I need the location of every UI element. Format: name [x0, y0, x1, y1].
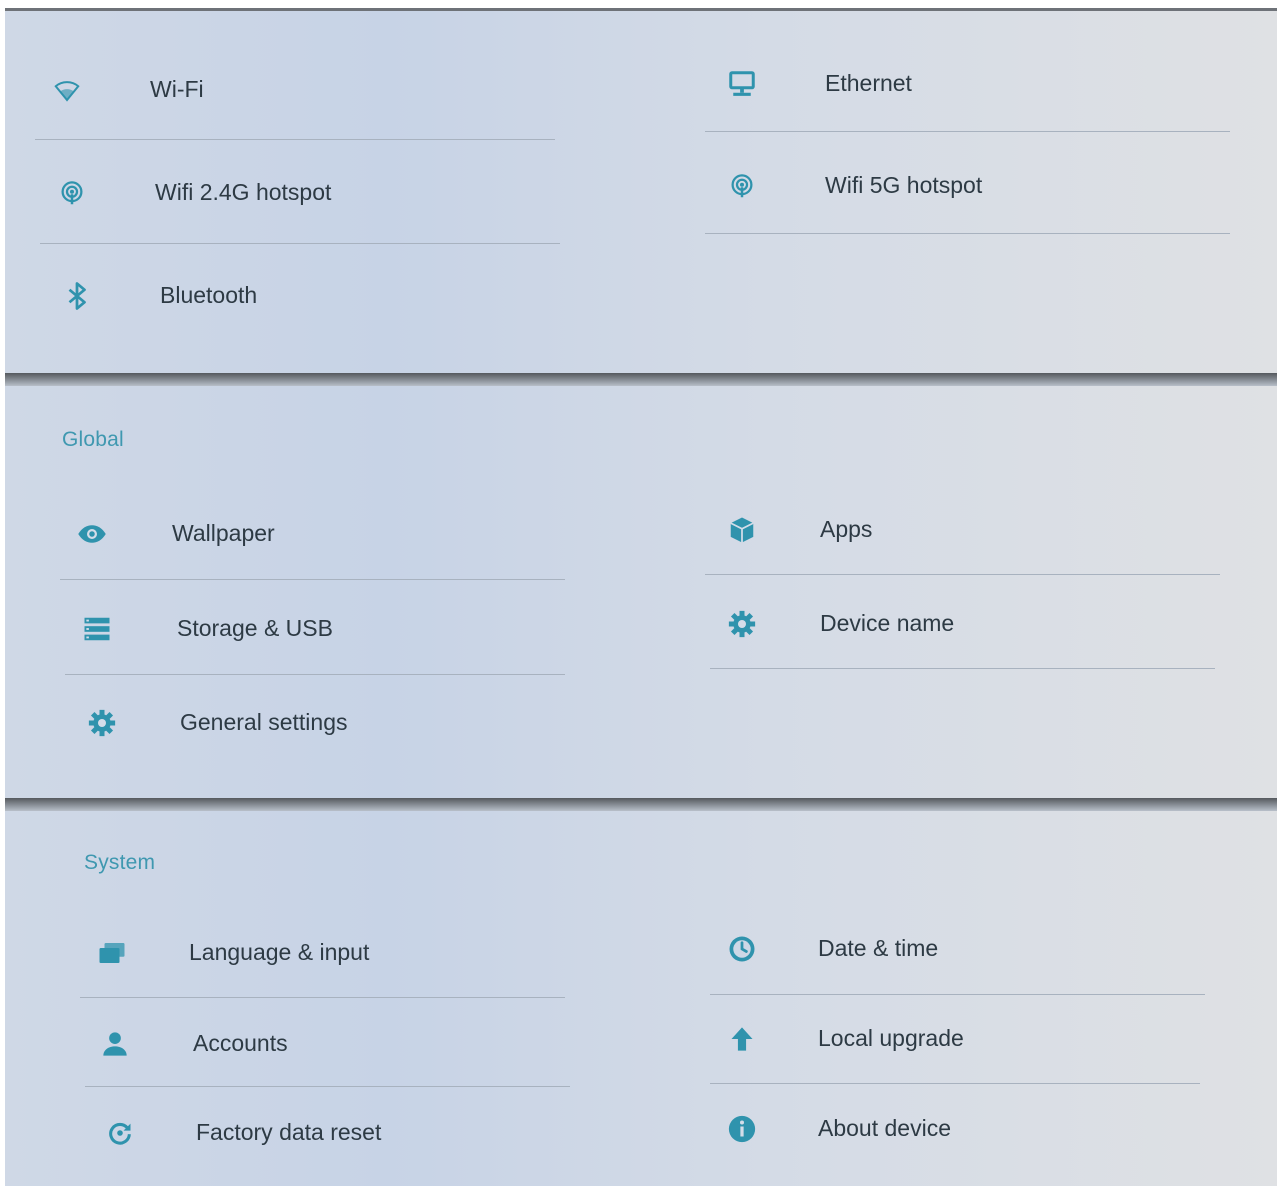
settings-item-label: Wifi 2.4G hotspot — [155, 179, 332, 205]
settings-item-general-settings[interactable]: General settings — [70, 693, 570, 753]
settings-item-apps[interactable]: Apps — [710, 500, 1220, 560]
settings-item-factory-reset[interactable]: Factory data reset — [90, 1103, 575, 1163]
divider — [705, 233, 1230, 234]
settings-item-label: Wifi 5G hotspot — [825, 172, 983, 198]
section-separator — [5, 798, 1277, 811]
settings-item-label: Bluetooth — [160, 282, 258, 308]
settings-item-device-name[interactable]: Device name — [710, 594, 1215, 654]
ethernet-icon — [724, 66, 760, 102]
section-title-system: System — [84, 851, 156, 874]
wifi-icon — [49, 72, 85, 108]
divider — [705, 131, 1230, 132]
settings-item-language-input[interactable]: Language & input — [80, 923, 570, 983]
system-card: System Language & input Date & time Acco… — [5, 811, 1277, 1186]
settings-item-hotspot-24g[interactable]: Wifi 2.4G hotspot — [40, 163, 560, 223]
settings-item-accounts[interactable]: Accounts — [85, 1014, 570, 1074]
settings-item-about-device[interactable]: About device — [710, 1099, 1205, 1159]
settings-item-wallpaper[interactable]: Wallpaper — [60, 504, 565, 564]
settings-item-label: Wallpaper — [172, 520, 275, 546]
section-separator — [5, 373, 1277, 386]
section-title-global: Global — [62, 428, 124, 451]
network-card: Wi-Fi Ethernet Wifi 2.4G hotspot Wifi 5G… — [5, 11, 1277, 373]
eye-icon — [74, 516, 110, 552]
hotspot-icon — [724, 168, 760, 204]
divider — [35, 139, 555, 140]
info-icon — [724, 1111, 760, 1147]
divider — [710, 994, 1205, 995]
clock-icon — [724, 931, 760, 967]
global-card: Global Wallpaper Apps Storage & USB Devi… — [5, 386, 1277, 798]
divider — [85, 1086, 570, 1087]
divider — [65, 674, 565, 675]
settings-item-label: Accounts — [193, 1030, 288, 1056]
reset-icon — [102, 1115, 138, 1151]
divider — [60, 579, 565, 580]
upload-arrow-icon — [724, 1021, 760, 1057]
divider — [705, 574, 1220, 575]
settings-item-wifi[interactable]: Wi-Fi — [35, 60, 560, 120]
settings-item-label: Language & input — [189, 939, 370, 965]
settings-item-label: Wi-Fi — [150, 76, 204, 102]
settings-item-label: Local upgrade — [818, 1025, 964, 1051]
settings-item-label: Storage & USB — [177, 615, 333, 641]
settings-item-ethernet[interactable]: Ethernet — [710, 54, 1235, 114]
divider — [40, 243, 560, 244]
settings-item-storage-usb[interactable]: Storage & USB — [65, 599, 565, 659]
divider — [710, 1083, 1200, 1084]
keyboard-icon — [94, 935, 130, 971]
settings-item-hotspot-5g[interactable]: Wifi 5G hotspot — [710, 156, 1230, 216]
settings-item-local-upgrade[interactable]: Local upgrade — [710, 1009, 1205, 1069]
apps-cube-icon — [724, 512, 760, 548]
settings-item-date-time[interactable]: Date & time — [710, 919, 1205, 979]
settings-item-label: About device — [818, 1115, 951, 1141]
settings-item-bluetooth[interactable]: Bluetooth — [45, 266, 565, 326]
settings-item-label: Apps — [820, 516, 873, 542]
gear-icon — [84, 705, 120, 741]
divider — [80, 997, 565, 998]
person-icon — [97, 1026, 133, 1062]
bluetooth-icon — [59, 278, 95, 314]
hotspot-icon — [54, 175, 90, 211]
settings-item-label: General settings — [180, 709, 348, 735]
divider — [710, 668, 1215, 669]
settings-item-label: Ethernet — [825, 70, 912, 96]
gear-icon — [724, 606, 760, 642]
storage-icon — [79, 611, 115, 647]
settings-item-label: Device name — [820, 610, 955, 636]
settings-screen: Wi-Fi Ethernet Wifi 2.4G hotspot Wifi 5G… — [5, 8, 1277, 1186]
settings-item-label: Factory data reset — [196, 1119, 382, 1145]
settings-item-label: Date & time — [818, 935, 939, 961]
